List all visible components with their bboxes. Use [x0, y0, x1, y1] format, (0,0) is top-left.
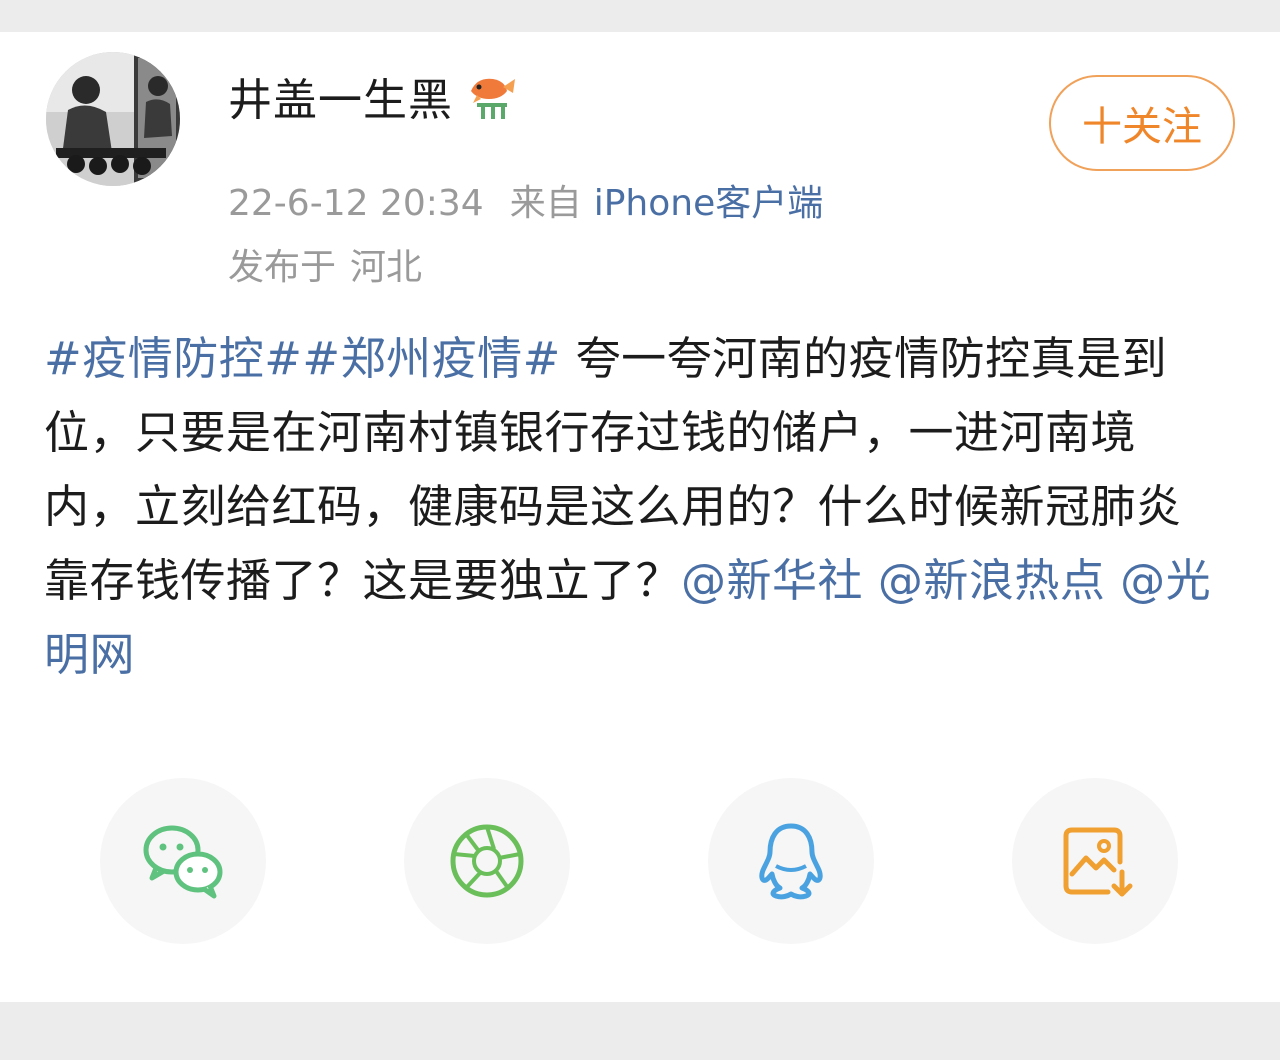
username-row: 井盖一生黑 — [228, 66, 517, 126]
follow-button[interactable]: 十关注 — [1049, 75, 1235, 171]
share-wechat-button[interactable] — [100, 778, 266, 944]
username[interactable]: 井盖一生黑 — [228, 64, 453, 128]
location-label: 发布于 — [228, 247, 337, 288]
avatar[interactable] — [46, 52, 180, 186]
share-moments-button[interactable] — [404, 778, 570, 944]
topic-link[interactable]: #疫情防控# — [44, 332, 302, 385]
from-label: 来自 — [509, 183, 582, 224]
moments-icon — [450, 824, 524, 898]
mention-link[interactable]: @新浪热点 — [878, 554, 1106, 607]
mention-link[interactable]: @新华社 — [681, 554, 863, 607]
post-time: 22-6-12 20:34 — [228, 183, 484, 224]
source-link[interactable]: iPhone客户端 — [594, 183, 824, 224]
qq-icon — [759, 823, 823, 900]
save-image-icon — [1063, 827, 1133, 897]
avatar-image — [46, 52, 180, 186]
save-image-button[interactable] — [1012, 778, 1178, 944]
location-value: 河北 — [350, 247, 423, 288]
top-strip — [0, 0, 1280, 10]
share-qq-button[interactable] — [708, 778, 874, 944]
bottom-strip — [0, 1002, 1280, 1060]
wechat-icon — [143, 825, 223, 899]
post-location: 发布于 河北 — [228, 238, 422, 290]
koi-fish-badge-icon — [463, 69, 517, 123]
post-text: #疫情防控##郑州疫情# 夸一夸河南的疫情防控真是到位，只要是在河南村镇银行存过… — [44, 322, 1224, 692]
topic-link[interactable]: #郑州疫情# — [302, 332, 560, 385]
post-meta: 22-6-12 20:34 来自 iPhone客户端 — [228, 174, 823, 226]
